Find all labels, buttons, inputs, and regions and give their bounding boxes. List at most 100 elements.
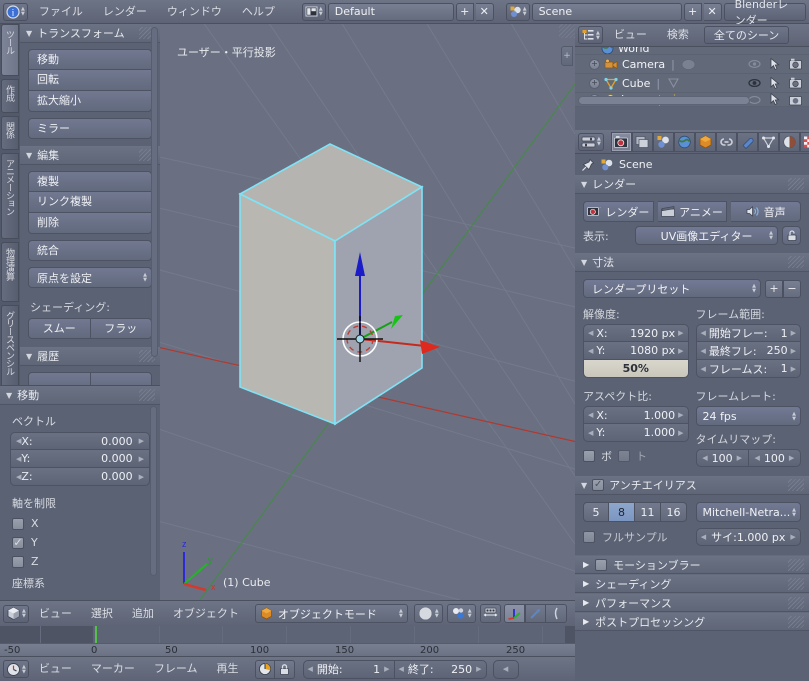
- snap-during-transform-toggle[interactable]: [479, 604, 501, 623]
- axis-x-row[interactable]: X: [0, 514, 160, 533]
- panel-transform-header[interactable]: ▼ トランスフォーム: [20, 24, 160, 43]
- toolshelf-tab-animation[interactable]: アニメーション: [1, 153, 19, 239]
- full-sample-checkbox[interactable]: [583, 531, 595, 543]
- timeline-menu-playback[interactable]: 再生: [208, 659, 248, 679]
- aa-samples-16[interactable]: 16: [661, 502, 687, 522]
- tool-translate-button[interactable]: 移動: [28, 49, 152, 70]
- render-camera-icon[interactable]: [789, 58, 802, 70]
- outliner-editor-selector[interactable]: ▲ ▼: [578, 26, 603, 44]
- menu-help[interactable]: ヘルプ: [233, 2, 284, 22]
- render-animation-button[interactable]: アニメー: [657, 201, 728, 222]
- viewport-editor-selector[interactable]: ▲ ▼: [3, 604, 29, 623]
- outliner-menu-view[interactable]: ビュー: [605, 25, 656, 45]
- motion-blur-checkbox[interactable]: [595, 558, 608, 571]
- render-camera-icon[interactable]: [789, 94, 802, 106]
- panel-motion-blur-header[interactable]: ▶ モーションブラー: [575, 555, 809, 574]
- start-frame-field[interactable]: ◀ 開始: 1 ▶: [302, 659, 395, 679]
- viewport-corner-grip-icon[interactable]: [559, 24, 575, 38]
- aspect-x-field[interactable]: ◀ X: 1.000 ▶: [583, 406, 689, 424]
- axis-z-row[interactable]: Z: [0, 552, 160, 571]
- frame-start-field[interactable]: ◀ 開始フレー: 1 ▶: [695, 324, 801, 342]
- resolution-y-field[interactable]: ◀ Y: 1080 px ▶: [583, 342, 689, 360]
- expand-icon[interactable]: +: [589, 77, 600, 89]
- properties-tab-data[interactable]: [757, 131, 779, 152]
- resolution-percentage-slider[interactable]: 50%: [583, 360, 689, 378]
- outliner-display-mode[interactable]: 全てのシーン: [703, 26, 790, 44]
- time-remap-old-field[interactable]: ◀ 100 ▶: [695, 449, 749, 467]
- add-preset-button[interactable]: +: [765, 279, 783, 298]
- properties-tab-render-layers[interactable]: [631, 131, 653, 152]
- properties-tab-render[interactable]: [610, 131, 632, 152]
- aa-filter-dropdown[interactable]: Mitchell-Netra... ▲ ▼: [695, 502, 801, 522]
- outliner-row-camera[interactable]: + Camera |: [575, 55, 809, 74]
- frame-end-field[interactable]: ◀ 最終フレ: 250 ▶: [695, 342, 801, 360]
- info-editor-selector[interactable]: i ▲ ▼: [3, 2, 28, 21]
- timeline-menu-marker[interactable]: マーカー: [82, 659, 144, 679]
- scene-browse[interactable]: ▲ ▼: [505, 2, 530, 21]
- timeline-playhead[interactable]: [95, 626, 97, 643]
- screen-layout-browse[interactable]: ▲ ▼: [301, 2, 326, 21]
- frame-rate-dropdown[interactable]: 24 fps ▲ ▼: [695, 406, 801, 426]
- crop-checkbox-row[interactable]: ト: [618, 448, 647, 464]
- vector-z-field[interactable]: ◀ Z: 0.000 ▶: [10, 468, 150, 486]
- properties-tab-object[interactable]: [694, 131, 716, 152]
- 3d-viewport[interactable]: z y x ユーザー・平行投影 (1) Cube +: [160, 24, 575, 600]
- tool-duplicate-button[interactable]: 複製: [28, 171, 152, 192]
- cursor-arrow-icon[interactable]: [770, 57, 780, 71]
- resolution-x-field[interactable]: ◀ X: 1920 px ▶: [583, 324, 689, 342]
- properties-tab-world[interactable]: [673, 131, 695, 152]
- panel-edit-header[interactable]: ▼ 編集: [20, 146, 160, 165]
- viewport-menu-add[interactable]: 追加: [123, 604, 163, 624]
- render-camera-icon[interactable]: [789, 77, 802, 89]
- properties-editor-selector[interactable]: ▲ ▼: [578, 132, 604, 151]
- crop-checkbox[interactable]: [618, 450, 630, 462]
- menu-window[interactable]: ウィンドウ: [158, 2, 231, 22]
- lock-interface-toggle[interactable]: [782, 226, 801, 245]
- panel-dimensions-header[interactable]: ▼ 寸法: [575, 253, 809, 272]
- operator-panel-header[interactable]: ▼ 移動: [0, 386, 160, 405]
- translate-manipulator-button[interactable]: [503, 604, 525, 623]
- pin-icon[interactable]: [581, 158, 595, 172]
- shade-smooth-button[interactable]: スムー: [28, 318, 91, 339]
- tool-scale-button[interactable]: 拡大縮小: [28, 91, 152, 112]
- aa-samples-8[interactable]: 8: [609, 502, 635, 522]
- outliner-row-world[interactable]: World: [575, 47, 809, 55]
- aa-samples-5[interactable]: 5: [583, 502, 609, 522]
- time-remap-new-field[interactable]: ◀ 100 ▶: [748, 449, 801, 467]
- panel-antialiasing-header[interactable]: ▼ ✓ アンチエイリアス: [575, 476, 809, 495]
- operator-panel-scrollbar[interactable]: [150, 406, 157, 576]
- end-frame-field[interactable]: ◀ 終了: 250 ▶: [394, 659, 487, 679]
- viewport-canvas[interactable]: z y x: [160, 24, 575, 600]
- viewport-menu-view[interactable]: ビュー: [30, 604, 81, 624]
- remove-preset-button[interactable]: −: [783, 279, 801, 298]
- outliner-tree[interactable]: World + Camera | + Cube |: [575, 47, 809, 107]
- eye-icon[interactable]: [748, 59, 761, 69]
- toolshelf-scrollbar[interactable]: [151, 27, 158, 357]
- properties-tab-modifiers[interactable]: [736, 131, 758, 152]
- properties-tab-material[interactable]: [778, 131, 800, 152]
- delete-scene-button[interactable]: ✕: [703, 2, 722, 21]
- outliner-menu-search[interactable]: 検索: [658, 25, 698, 45]
- cursor-arrow-icon[interactable]: [770, 93, 780, 106]
- display-mode-dropdown[interactable]: UV画像エディター ▲ ▼: [635, 226, 778, 245]
- viewport-menu-object[interactable]: オブジェクト: [164, 604, 248, 624]
- render-engine-selector[interactable]: Blenderレンダー: [723, 0, 806, 27]
- outliner-row-cube[interactable]: + Cube |: [575, 74, 809, 93]
- pivot-point-dropdown[interactable]: ▲ ▼: [446, 604, 476, 623]
- outliner-horizontal-scrollbar[interactable]: [578, 96, 750, 105]
- properties-tab-scene[interactable]: [652, 131, 674, 152]
- timeline-menu-view[interactable]: ビュー: [30, 659, 81, 679]
- aa-samples-11[interactable]: 11: [635, 502, 661, 522]
- screen-layout-field[interactable]: Default: [327, 2, 454, 21]
- viewport-properties-toggle[interactable]: +: [561, 46, 573, 66]
- aspect-y-field[interactable]: ◀ Y: 1.000 ▶: [583, 424, 689, 442]
- panel-shading-header[interactable]: ▶ シェーディング: [575, 574, 809, 593]
- timeline-editor-selector[interactable]: ▲ ▼: [3, 660, 29, 678]
- eye-icon[interactable]: [748, 78, 761, 88]
- expand-icon[interactable]: +: [589, 58, 600, 70]
- tool-join-button[interactable]: 統合: [28, 240, 152, 261]
- toolshelf-tab-create[interactable]: 作成: [1, 79, 19, 113]
- lock-timeline-toggle[interactable]: [274, 659, 295, 679]
- menu-file[interactable]: ファイル: [30, 2, 92, 22]
- shade-flat-button[interactable]: フラッ: [90, 318, 152, 339]
